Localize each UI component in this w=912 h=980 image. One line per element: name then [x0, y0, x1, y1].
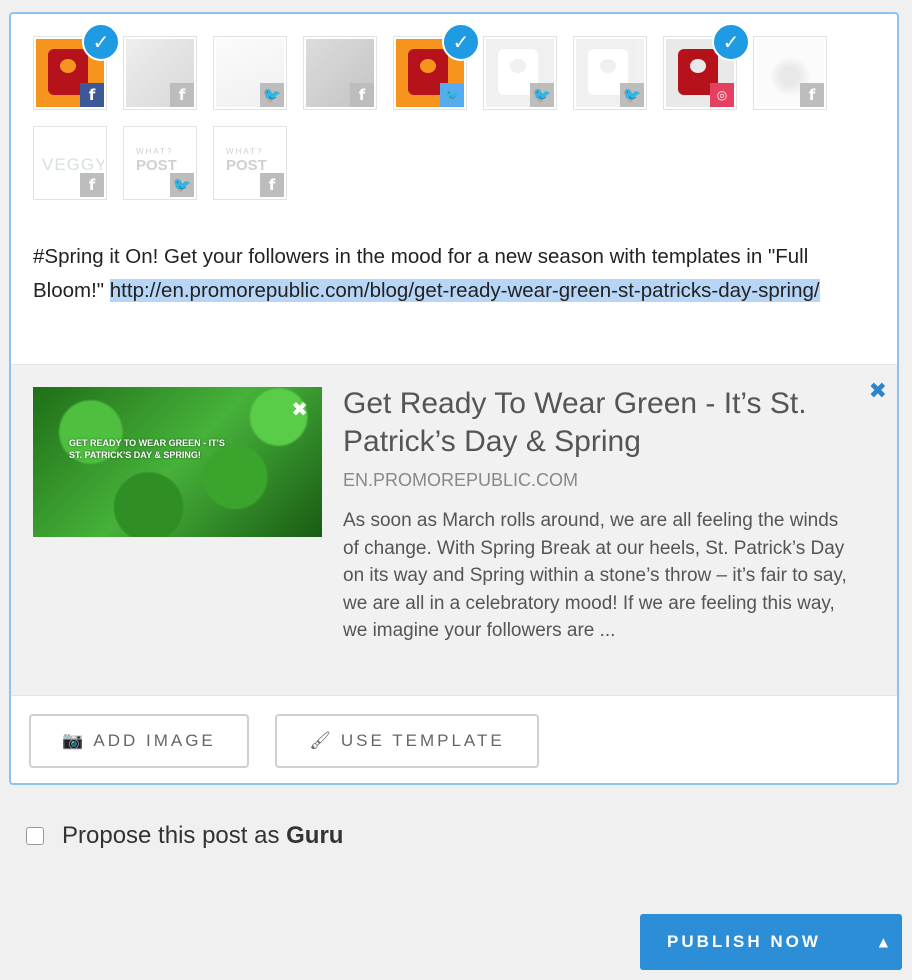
- add-image-button[interactable]: 📷 ADD IMAGE: [29, 714, 249, 768]
- facebook-icon: f: [350, 83, 374, 107]
- twitter-icon: 🐦: [260, 83, 284, 107]
- add-image-label: ADD IMAGE: [93, 731, 216, 750]
- facebook-icon: f: [800, 83, 824, 107]
- preview-description: As soon as March rolls around, we are al…: [343, 510, 847, 641]
- message-link[interactable]: http://en.promorepublic.com/blog/get-rea…: [109, 279, 820, 302]
- publish-now-button[interactable]: PUBLISH NOW ▲: [640, 914, 902, 970]
- publish-label: PUBLISH NOW: [667, 932, 821, 951]
- camera-icon: 📷: [62, 731, 84, 751]
- brush-icon: 🖌: [309, 731, 331, 751]
- account-twitter-11[interactable]: WHAT? POST 🐦: [123, 126, 197, 200]
- account-facebook-1[interactable]: f ✓: [33, 23, 120, 110]
- account-twitter-3[interactable]: 🐦: [213, 36, 287, 110]
- use-template-button[interactable]: 🖌 USE TEMPLATE: [275, 714, 539, 768]
- post-composer: f ✓ f 🐦 f 🐦 ✓ 🐦 🐦 ◎ ✓ f VEGGY f WHAT? POST 🐦 WHAT? POST f #…: [9, 12, 899, 785]
- message-text[interactable]: #Spring it On! Get your followers in the…: [33, 240, 843, 308]
- caret-up-icon[interactable]: ▲: [879, 914, 888, 970]
- preview-title: Get Ready To Wear Green - It’s St. Patri…: [343, 387, 807, 458]
- preview-image-text: GET READY TO WEAR GREEN - IT'S ST. PATRI…: [69, 438, 225, 460]
- facebook-icon: f: [80, 173, 104, 197]
- account-twitter-5[interactable]: 🐦 ✓: [393, 23, 480, 110]
- account-facebook-4[interactable]: f: [303, 36, 377, 110]
- facebook-icon: f: [170, 83, 194, 107]
- facebook-icon: f: [80, 83, 104, 107]
- account-facebook-9[interactable]: f: [753, 36, 827, 110]
- account-label: VEGGY: [42, 155, 104, 174]
- account-twitter-6[interactable]: 🐦: [483, 36, 557, 110]
- checkmark-icon: ✓: [442, 23, 480, 61]
- instagram-icon: ◎: [710, 83, 734, 107]
- account-label: WHAT? POST: [136, 147, 177, 174]
- remove-image-icon[interactable]: ✖: [291, 397, 308, 421]
- account-twitter-7[interactable]: 🐦: [573, 36, 647, 110]
- twitter-icon: 🐦: [170, 173, 194, 197]
- guru-label: Propose this post as Guru: [62, 822, 344, 849]
- preview-domain: EN.PROMOREPUBLIC.COM: [343, 470, 579, 490]
- close-preview-icon[interactable]: ✖: [869, 379, 887, 404]
- account-facebook-2[interactable]: f: [123, 36, 197, 110]
- account-label: WHAT? POST: [226, 147, 267, 174]
- link-preview: GET READY TO WEAR GREEN - IT'S ST. PATRI…: [11, 364, 897, 696]
- use-template-label: USE TEMPLATE: [340, 731, 505, 750]
- checkmark-icon: ✓: [712, 23, 750, 61]
- twitter-icon: 🐦: [530, 83, 554, 107]
- account-facebook-12[interactable]: WHAT? POST f: [213, 126, 287, 200]
- account-facebook-10[interactable]: VEGGY f: [33, 126, 107, 200]
- account-instagram-8[interactable]: ◎ ✓: [663, 23, 750, 110]
- guru-checkbox[interactable]: [26, 827, 44, 845]
- facebook-icon: f: [260, 173, 284, 197]
- twitter-icon: 🐦: [440, 83, 464, 107]
- twitter-icon: 🐦: [620, 83, 644, 107]
- guru-option[interactable]: Propose this post as Guru: [26, 822, 343, 850]
- preview-image[interactable]: GET READY TO WEAR GREEN - IT'S ST. PATRI…: [33, 387, 322, 537]
- checkmark-icon: ✓: [82, 23, 120, 61]
